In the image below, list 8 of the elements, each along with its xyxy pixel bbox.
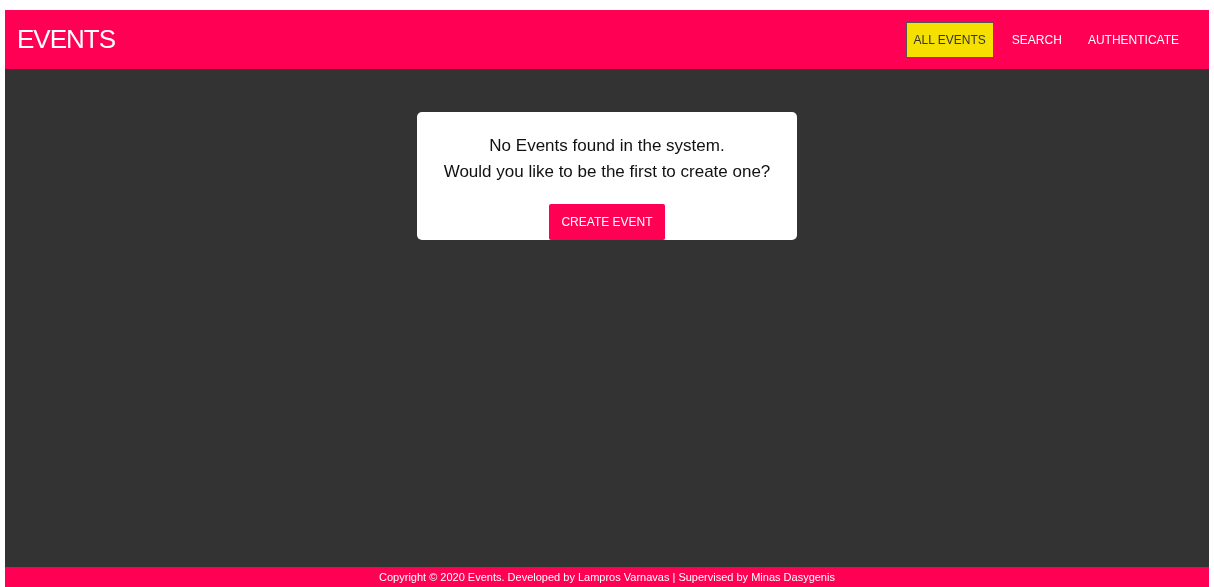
nav-link[interactable]: AUTHENTICATE	[1079, 21, 1187, 58]
notice-text: Would you like to be the first to create one?	[443, 162, 771, 182]
nav-link[interactable]: ALL EVENTS	[905, 21, 994, 58]
nav-link[interactable]: SEARCH	[1003, 21, 1070, 58]
logo-text[interactable]: EVENTS	[17, 24, 116, 55]
create-event-button[interactable]: CREATE EVENT	[549, 204, 665, 240]
notice-text: No Events found in the system.	[489, 136, 725, 156]
copyright-text: Copyright © 2020 Events. Developed by Lampros Varnavas | Supervised by Minas Dasygenis	[379, 571, 835, 583]
